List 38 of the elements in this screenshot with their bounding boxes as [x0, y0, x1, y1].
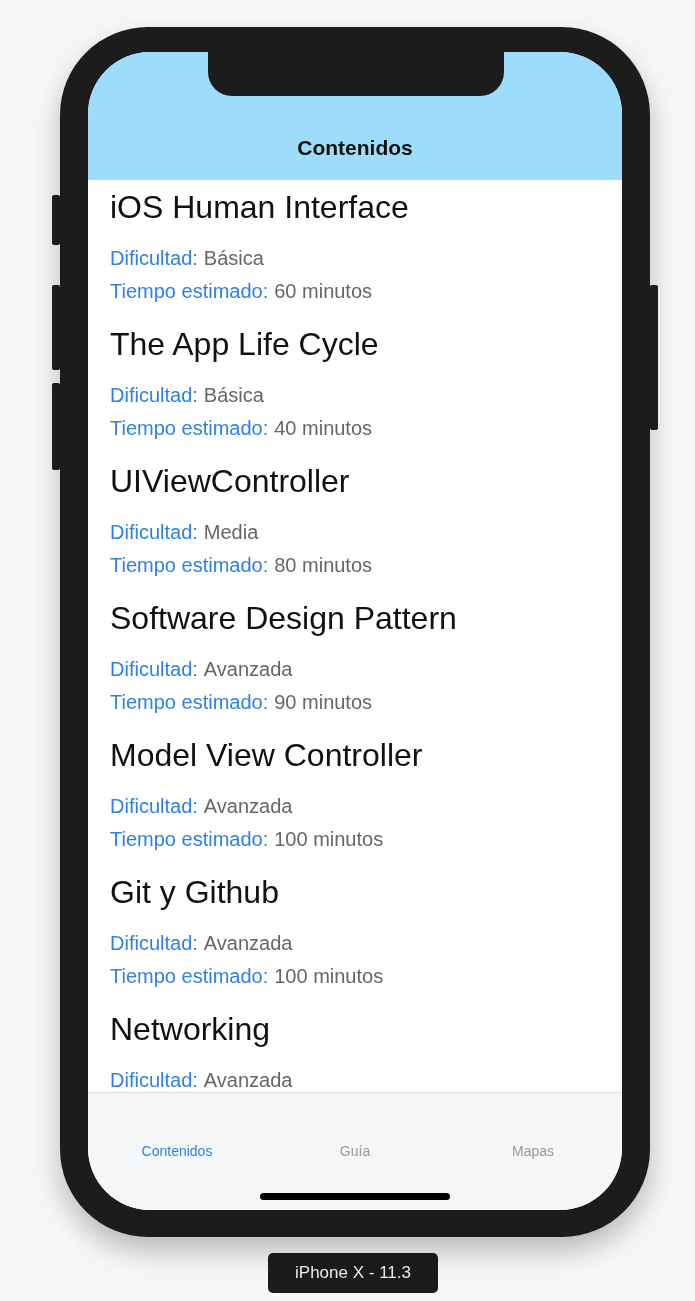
course-title: Software Design Pattern [110, 599, 458, 637]
nav-title: Contenidos [297, 136, 413, 160]
field-label: Dificultad: [110, 793, 198, 819]
tab[interactable]: Contenidos [141, 1143, 213, 1159]
field-value: Avanzada [203, 793, 293, 819]
field-label: Tiempo estimado: [110, 963, 269, 989]
field-label: Dificultad: [110, 656, 198, 682]
field-value: 60 minutos [274, 278, 373, 304]
field-label: Dificultad: [110, 382, 198, 408]
course-title: UIViewController [110, 462, 351, 500]
field-value: Avanzada [203, 1067, 293, 1092]
field-label: Tiempo estimado: [110, 826, 269, 852]
field-value: 40 minutos [274, 415, 373, 441]
field-value: Básica [203, 382, 264, 408]
tab[interactable]: Guía [339, 1143, 371, 1159]
field-label: Tiempo estimado: [110, 415, 269, 441]
field-value: Avanzada [203, 930, 293, 956]
field-value: 100 minutos [274, 963, 384, 989]
course-title: Model View Controller [110, 736, 424, 774]
field-label: Dificultad: [110, 245, 198, 271]
field-label: Dificultad: [110, 1067, 198, 1092]
field-value: 80 minutos [274, 552, 373, 578]
course-title: The App Life Cycle [110, 325, 380, 363]
course-title: iOS Human Interface [110, 188, 410, 226]
field-value: 90 minutos [274, 689, 373, 715]
course-title: Networking [110, 1010, 272, 1048]
field-label: Tiempo estimado: [110, 689, 269, 715]
device-label: iPhone X - 11.3 [268, 1253, 438, 1293]
field-label: Tiempo estimado: [110, 278, 269, 304]
field-label: Dificultad: [110, 930, 198, 956]
tab[interactable]: Mapas [512, 1143, 554, 1159]
course-title: Git y Github [110, 873, 280, 911]
field-value: Básica [203, 245, 264, 271]
field-value: Media [203, 519, 259, 545]
field-label: Tiempo estimado: [110, 552, 269, 578]
field-label: Dificultad: [110, 519, 198, 545]
field-value: 100 minutos [274, 826, 384, 852]
field-value: Avanzada [203, 656, 293, 682]
